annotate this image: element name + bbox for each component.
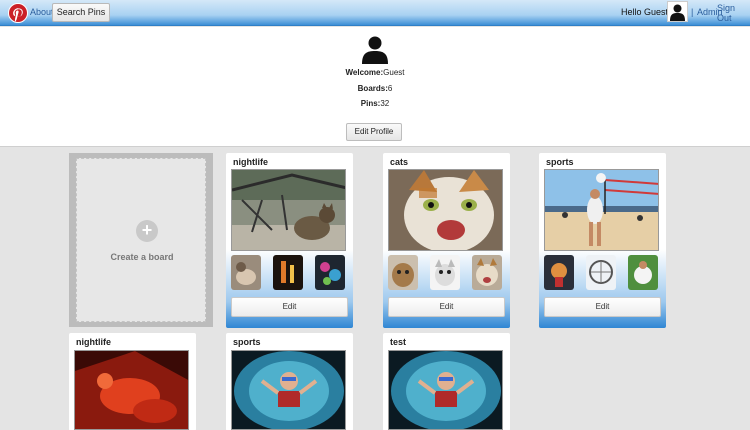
- top-nav-bar: About Search Pins Hello Guest! | Admin S…: [0, 0, 750, 26]
- pin-thumbnail[interactable]: [544, 255, 574, 290]
- pin-thumbnail[interactable]: [315, 255, 345, 290]
- board-cover-image[interactable]: [74, 350, 189, 430]
- create-board-tile[interactable]: + Create a board: [69, 153, 213, 327]
- board-edit-button[interactable]: Edit: [231, 297, 348, 317]
- board-card-cats[interactable]: cats Edit: [383, 153, 510, 328]
- pin-thumbnail[interactable]: [628, 255, 658, 290]
- board-edit-button[interactable]: Edit: [544, 297, 661, 317]
- board-cover-image[interactable]: [388, 350, 503, 430]
- search-pins-button[interactable]: Search Pins: [52, 3, 110, 22]
- pin-thumbnail[interactable]: [430, 255, 460, 290]
- boards-count-line: Boards:6: [0, 84, 750, 93]
- board-title[interactable]: test: [390, 337, 406, 347]
- profile-avatar-icon: [360, 34, 390, 64]
- board-cover-image[interactable]: [544, 169, 659, 251]
- pins-count-line: Pins:32: [0, 99, 750, 108]
- board-cover-image[interactable]: [231, 169, 346, 251]
- board-cover-image[interactable]: [231, 350, 346, 430]
- board-title[interactable]: nightlife: [233, 157, 268, 167]
- board-card-sports[interactable]: sports Edit: [539, 153, 666, 328]
- welcome-label: Welcome:: [345, 68, 384, 77]
- pins-count: 32: [380, 99, 390, 108]
- plus-icon[interactable]: +: [136, 220, 158, 242]
- board-title[interactable]: cats: [390, 157, 408, 167]
- board-card-test[interactable]: test: [383, 333, 510, 430]
- pin-thumbnail[interactable]: [231, 255, 261, 290]
- greeting-text: Hello Guest!: [621, 7, 671, 17]
- board-edit-button[interactable]: Edit: [388, 297, 505, 317]
- board-card-nightlife-2[interactable]: nightlife: [69, 333, 196, 430]
- boards-count: 6: [387, 84, 393, 93]
- pin-thumbnail[interactable]: [388, 255, 418, 290]
- edit-profile-button[interactable]: Edit Profile: [346, 123, 402, 141]
- board-title[interactable]: nightlife: [76, 337, 111, 347]
- welcome-line: Welcome:Guest: [0, 68, 750, 77]
- create-board-label: Create a board: [110, 252, 174, 262]
- pins-label: Pins:: [360, 99, 381, 108]
- pin-thumbnail[interactable]: [472, 255, 502, 290]
- welcome-value: Guest: [383, 68, 405, 77]
- board-card-sports-2[interactable]: sports: [226, 333, 353, 430]
- nav-separator: |: [691, 7, 694, 17]
- create-board-dropzone[interactable]: + Create a board: [76, 158, 206, 322]
- pin-thumbnail[interactable]: [586, 255, 616, 290]
- board-title[interactable]: sports: [546, 157, 574, 167]
- boards-label: Boards:: [357, 84, 388, 93]
- pin-thumbnail[interactable]: [273, 255, 303, 290]
- user-avatar-icon[interactable]: [667, 1, 688, 22]
- sign-out-link[interactable]: Sign Out: [717, 3, 750, 23]
- profile-panel: Welcome:Guest Boards:6 Pins:32 Edit Prof…: [0, 27, 750, 147]
- board-title[interactable]: sports: [233, 337, 261, 347]
- board-card-nightlife[interactable]: nightlife Edit: [226, 153, 353, 328]
- board-cover-image[interactable]: [388, 169, 503, 251]
- pinterest-logo-icon[interactable]: [8, 3, 28, 23]
- about-link[interactable]: About: [30, 7, 54, 17]
